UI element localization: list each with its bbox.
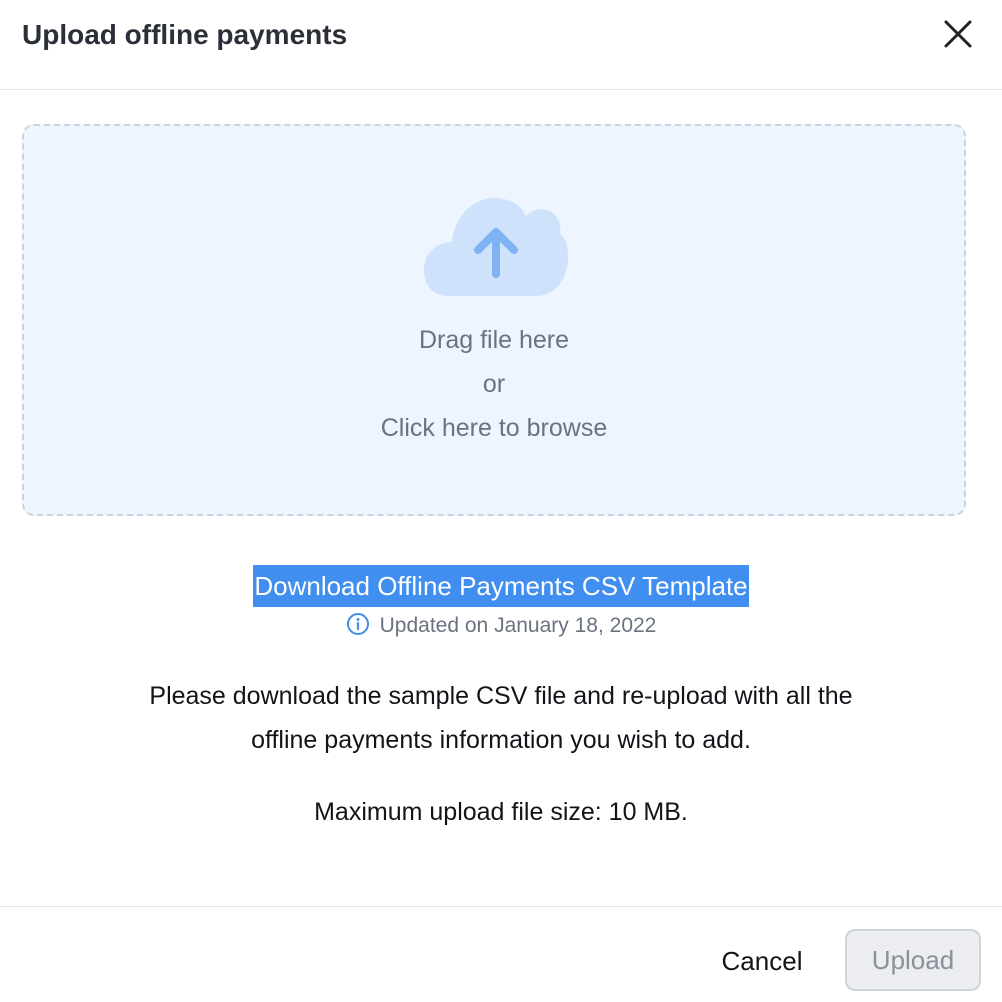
dropzone-drag-text: Drag file here (418, 326, 570, 354)
template-link-row: Download Offline Payments CSV Template (0, 565, 1002, 607)
upload-button[interactable]: Upload (845, 929, 981, 991)
info-icon (346, 612, 370, 636)
close-icon[interactable] (942, 18, 974, 50)
instructions-line-1: Please download the sample CSV file and … (149, 682, 853, 710)
template-updated-text: Updated on January 18, 2022 (379, 614, 657, 637)
dialog-title: Upload offline payments (22, 19, 348, 50)
dropzone-browse-text[interactable]: Click here to browse (24, 412, 964, 444)
cloud-upload-icon (424, 196, 568, 300)
upload-offline-payments-dialog: Upload offline payments Drag file here o… (0, 0, 1002, 1002)
download-template-link[interactable]: Download Offline Payments CSV Template (253, 565, 749, 607)
template-updated-row: Updated on January 18, 2022 (0, 610, 1002, 642)
max-file-size-text: Maximum upload file size: 10 MB. (314, 798, 688, 826)
file-dropzone[interactable]: Drag file here or Click here to browse (22, 124, 966, 516)
dialog-footer: Cancel Upload (0, 906, 1002, 1002)
instructions-line-2: offline payments information you wish to… (251, 726, 751, 754)
instructions-text: Please download the sample CSV file and … (0, 674, 1002, 762)
dialog-header: Upload offline payments (0, 0, 1002, 90)
dropzone-or-text: or (482, 370, 506, 398)
cancel-button[interactable]: Cancel (706, 933, 818, 989)
